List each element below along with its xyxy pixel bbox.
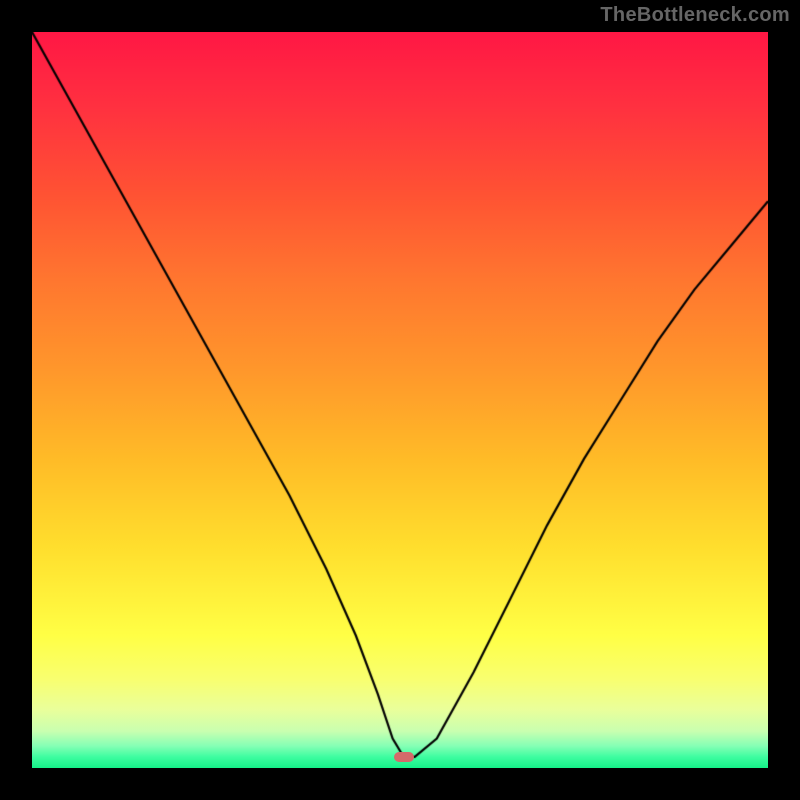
plot-area xyxy=(32,32,768,768)
bottleneck-curve xyxy=(32,32,768,768)
optimum-marker xyxy=(394,752,414,762)
watermark-text: TheBottleneck.com xyxy=(600,4,790,27)
chart-frame: TheBottleneck.com xyxy=(0,0,800,800)
